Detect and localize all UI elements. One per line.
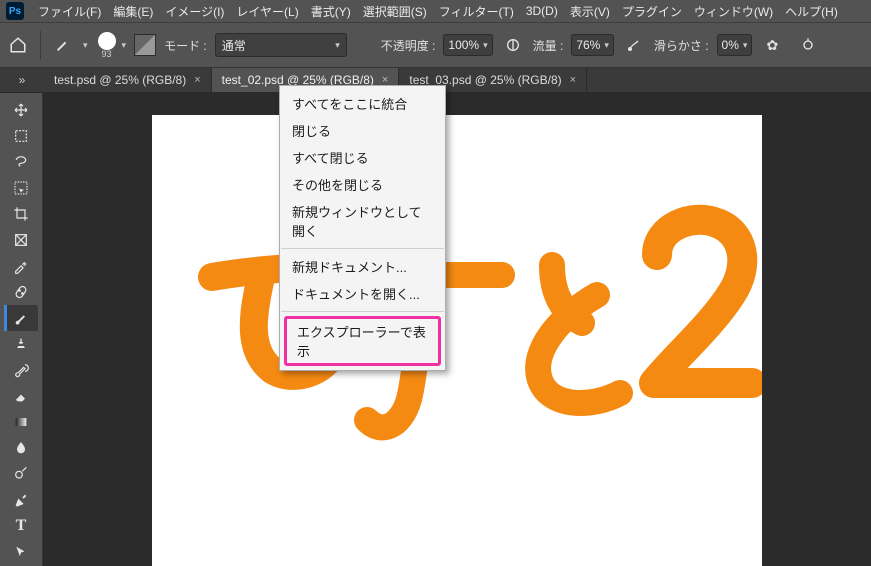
mode-chevron-icon: ▾ — [335, 40, 340, 51]
context-item-new-document[interactable]: 新規ドキュメント... — [280, 253, 445, 280]
move-tool[interactable] — [4, 97, 38, 123]
brush-preview[interactable]: 93 ▾ — [96, 32, 127, 59]
menu-select[interactable]: 選択範囲(S) — [357, 1, 433, 22]
eyedropper-tool[interactable] — [4, 253, 38, 279]
healing-tool[interactable] — [4, 279, 38, 305]
flow-chevron-icon: ▾ — [604, 40, 609, 51]
menu-view[interactable]: 表示(V) — [564, 1, 616, 22]
airbrush-icon[interactable] — [622, 33, 646, 57]
path-select-tool[interactable] — [4, 539, 38, 565]
flow-label: 流量 : — [533, 37, 564, 54]
document-tab[interactable]: test.psd @ 25% (RGB/8) × — [44, 68, 212, 92]
pen-tool[interactable] — [4, 487, 38, 513]
canvas[interactable] — [152, 115, 762, 566]
mode-select[interactable]: 通常 ▾ — [215, 33, 347, 57]
menu-edit[interactable]: 編集(E) — [107, 1, 159, 22]
context-item-close[interactable]: 閉じる — [280, 117, 445, 144]
menu-3d[interactable]: 3D(D) — [520, 2, 564, 20]
context-item-consolidate-all[interactable]: すべてをここに統合 — [280, 90, 445, 117]
mode-value: 通常 — [222, 37, 246, 54]
menu-filter[interactable]: フィルター(T) — [433, 1, 520, 22]
context-item-close-others[interactable]: その他を閉じる — [280, 171, 445, 198]
menu-image[interactable]: イメージ(I) — [159, 1, 230, 22]
flow-value: 76% — [576, 38, 600, 52]
document-tab-label: test.psd @ 25% (RGB/8) — [54, 73, 186, 87]
context-menu-separator — [281, 311, 444, 312]
context-item-open-document[interactable]: ドキュメントを開く... — [280, 280, 445, 307]
tool-preset-icon[interactable] — [51, 33, 75, 57]
tools-panel: T — [0, 93, 43, 566]
opacity-chevron-icon: ▾ — [483, 40, 488, 51]
menu-bar: Ps ファイル(F) 編集(E) イメージ(I) レイヤー(L) 書式(Y) 選… — [0, 0, 871, 23]
context-item-open-new-window[interactable]: 新規ウィンドウとして開く — [280, 198, 445, 244]
brush-chevron-icon[interactable]: ▾ — [122, 40, 127, 51]
type-tool[interactable]: T — [4, 513, 38, 539]
eraser-tool[interactable] — [4, 383, 38, 409]
menu-help[interactable]: ヘルプ(H) — [779, 1, 844, 22]
marquee-tool[interactable] — [4, 123, 38, 149]
mode-label: モード : — [164, 37, 207, 54]
opacity-field[interactable]: 100% ▾ — [443, 34, 492, 56]
context-item-reveal-in-explorer[interactable]: エクスプローラーで表示 — [284, 316, 441, 366]
opacity-value: 100% — [448, 38, 479, 52]
brush-size-value: 93 — [102, 50, 112, 59]
context-menu-separator — [281, 248, 444, 249]
smoothing-field[interactable]: 0% ▾ — [717, 34, 753, 56]
brush-angle-icon[interactable] — [796, 33, 820, 57]
lasso-tool[interactable] — [4, 149, 38, 175]
frame-tool[interactable] — [4, 227, 38, 253]
opacity-pressure-icon[interactable] — [501, 33, 525, 57]
divider — [40, 31, 41, 59]
menu-window[interactable]: ウィンドウ(W) — [688, 1, 779, 22]
app-logo-icon: Ps — [6, 2, 24, 20]
brush-tool[interactable] — [4, 305, 38, 331]
crop-tool[interactable] — [4, 201, 38, 227]
tab-context-menu: すべてをここに統合 閉じる すべて閉じる その他を閉じる 新規ウィンドウとして開… — [279, 85, 446, 371]
smoothing-label: 滑らかさ : — [654, 37, 709, 54]
close-icon[interactable]: × — [194, 74, 200, 86]
object-select-tool[interactable] — [4, 175, 38, 201]
flow-field[interactable]: 76% ▾ — [571, 34, 614, 56]
dodge-tool[interactable] — [4, 461, 38, 487]
options-bar: ▾ 93 ▾ モード : 通常 ▾ 不透明度 : 100% ▾ 流量 : 76%… — [0, 23, 871, 68]
canvas-area[interactable] — [43, 93, 871, 566]
brush-sample-icon — [98, 32, 116, 50]
menu-type[interactable]: 書式(Y) — [305, 1, 357, 22]
context-item-close-all[interactable]: すべて閉じる — [280, 144, 445, 171]
opacity-label: 不透明度 : — [381, 37, 436, 54]
more-tabs-icon[interactable]: » — [10, 68, 34, 92]
canvas-content — [152, 115, 762, 566]
menu-layer[interactable]: レイヤー(L) — [230, 1, 304, 22]
smoothing-value: 0% — [722, 38, 739, 52]
smoothing-chevron-icon: ▾ — [743, 40, 748, 51]
history-brush-tool[interactable] — [4, 357, 38, 383]
blur-tool[interactable] — [4, 435, 38, 461]
clone-stamp-tool[interactable] — [4, 331, 38, 357]
gradient-tool[interactable] — [4, 409, 38, 435]
smoothing-options-icon[interactable]: ✿ — [760, 33, 784, 57]
home-icon[interactable] — [6, 33, 30, 57]
menu-file[interactable]: ファイル(F) — [32, 1, 107, 22]
brush-panel-button[interactable] — [134, 34, 156, 56]
close-icon[interactable]: × — [570, 74, 576, 86]
tool-preset-chevron-icon[interactable]: ▾ — [83, 40, 88, 51]
menu-plugins[interactable]: プラグイン — [616, 1, 688, 22]
